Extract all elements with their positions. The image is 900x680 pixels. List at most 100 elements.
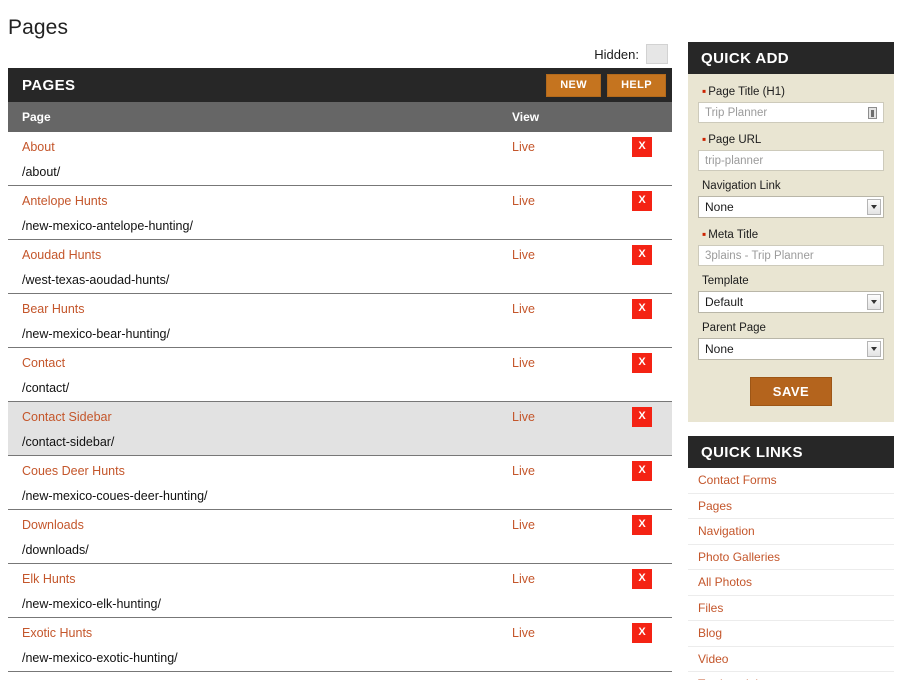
field-navigation-link: Navigation Link None — [698, 180, 884, 218]
column-header-view: View — [512, 110, 540, 124]
quick-link-item[interactable]: Pages — [688, 494, 894, 519]
delete-row-button[interactable]: X — [632, 622, 652, 643]
table-row: Coues Deer Hunts Live X/new-mexico-coues-d… — [8, 456, 672, 510]
page-name-link[interactable]: Coues Deer Hunts — [22, 464, 125, 478]
quick-link-label[interactable]: Files — [698, 601, 723, 615]
view-live-link[interactable]: Live — [512, 572, 535, 586]
page-title-input[interactable]: Trip Planner — [698, 102, 884, 123]
new-button[interactable]: NEW — [546, 73, 602, 97]
quick-link-item[interactable]: Testimonials — [688, 672, 894, 680]
view-live-link[interactable]: Live — [512, 464, 535, 478]
quick-link-item[interactable]: Photo Galleries — [688, 545, 894, 570]
page-name-link[interactable]: Bear Hunts — [22, 302, 85, 316]
quick-link-item[interactable]: Blog — [688, 621, 894, 647]
help-button[interactable]: HELP — [607, 73, 666, 97]
page-name-link[interactable]: Aoudad Hunts — [22, 248, 101, 262]
view-live-link[interactable]: Live — [512, 302, 535, 316]
quick-link-label[interactable]: All Photos — [698, 575, 752, 589]
quick-link-item[interactable]: All Photos — [688, 570, 894, 596]
template-select[interactable]: Default — [698, 291, 884, 313]
view-live-link[interactable]: Live — [512, 140, 535, 154]
page-url-text: /new-mexico-elk-hunting/ — [22, 596, 161, 611]
save-row: SAVE — [698, 369, 884, 406]
delete-row-button[interactable]: X — [632, 406, 652, 427]
navigation-link-value: None — [705, 200, 734, 214]
quick-link-item[interactable]: Navigation — [688, 519, 894, 545]
hidden-checkbox[interactable] — [646, 44, 668, 64]
delete-row-button[interactable]: X — [632, 568, 652, 589]
quick-links-list: Contact Forms Pages Navigation Photo Galler… — [688, 468, 894, 680]
required-marker-icon: ▪ — [702, 132, 707, 146]
pages-table-header: Page View — [8, 102, 672, 132]
page-url-placeholder: trip-planner — [705, 154, 764, 167]
view-live-link[interactable]: Live — [512, 248, 535, 262]
table-row: Bear Hunts Live X/new-mexico-bear-hunting/ — [8, 294, 672, 348]
meta-title-placeholder: 3plains - Trip Planner — [705, 249, 814, 262]
table-row: Contact Sidebar Live X/contact-sidebar/ — [8, 402, 672, 456]
quick-link-item[interactable]: Files — [688, 596, 894, 621]
meta-title-input[interactable]: 3plains - Trip Planner — [698, 245, 884, 266]
page-title: Pages — [8, 16, 69, 40]
hidden-label: Hidden: — [594, 46, 639, 62]
table-row: Exotic Hunts Live X/new-mexico-exotic-hunt… — [8, 618, 672, 672]
delete-row-button[interactable]: X — [632, 460, 652, 481]
quick-link-item[interactable]: Contact Forms — [688, 468, 894, 494]
page-name-link[interactable]: Elk Hunts — [22, 572, 76, 586]
page-name-link[interactable]: Contact — [22, 356, 65, 370]
field-page-title-label: ▪ Page Title (H1) — [702, 84, 785, 98]
view-live-link[interactable]: Live — [512, 194, 535, 208]
quick-add-form: ▪ Page Title (H1) Trip Planner ▪ Page URL … — [688, 74, 894, 422]
page-name-link[interactable]: Downloads — [22, 518, 84, 532]
quick-link-label[interactable]: Contact Forms — [698, 473, 777, 487]
quick-link-label[interactable]: Photo Galleries — [698, 550, 780, 564]
page-url-text: /about/ — [22, 164, 61, 179]
page-name-link[interactable]: About — [22, 140, 55, 154]
delete-row-button[interactable]: X — [632, 352, 652, 373]
pages-table-body: About Live X/about/Antelope Hunts Live X/new… — [8, 132, 672, 672]
delete-row-button[interactable]: X — [632, 190, 652, 211]
page-url-input[interactable]: trip-planner — [698, 150, 884, 171]
table-row: Contact Live X/contact/ — [8, 348, 672, 402]
parent-page-select[interactable]: None — [698, 338, 884, 360]
field-parent-page: Parent Page None — [698, 322, 884, 360]
delete-row-button[interactable]: X — [632, 514, 652, 535]
delete-row-button[interactable]: X — [632, 298, 652, 319]
column-header-page: Page — [22, 110, 51, 124]
save-button[interactable]: SAVE — [749, 377, 833, 406]
table-row: Aoudad Hunts Live X/west-texas-aoudad-hunt… — [8, 240, 672, 294]
pages-panel-actions: NEW HELP — [546, 73, 666, 97]
page-url-text: /new-mexico-bear-hunting/ — [22, 326, 170, 341]
quick-link-label[interactable]: Video — [698, 652, 728, 666]
parent-page-value: None — [705, 342, 734, 356]
field-meta-title: ▪ Meta Title 3plains - Trip Planner — [698, 227, 884, 266]
quick-link-label[interactable]: Pages — [698, 499, 732, 513]
page-url-text: /contact-sidebar/ — [22, 434, 115, 449]
quick-add-header: QUICK ADD — [688, 42, 894, 74]
field-page-url-label: ▪ Page URL — [702, 132, 762, 146]
text-tool-icon[interactable] — [868, 106, 877, 119]
page-name-link[interactable]: Exotic Hunts — [22, 626, 92, 640]
pages-panel-title: PAGES — [22, 76, 76, 94]
quick-link-item[interactable]: Video — [688, 647, 894, 672]
page-name-link[interactable]: Antelope Hunts — [22, 194, 107, 208]
chevron-down-icon[interactable] — [867, 199, 881, 215]
quick-link-label[interactable]: Navigation — [698, 524, 755, 538]
delete-row-button[interactable]: X — [632, 244, 652, 265]
page-name-link[interactable]: Contact Sidebar — [22, 410, 112, 424]
required-marker-icon: ▪ — [702, 227, 707, 241]
view-live-link[interactable]: Live — [512, 518, 535, 532]
table-row: About Live X/about/ — [8, 132, 672, 186]
page-title-placeholder: Trip Planner — [705, 106, 768, 119]
view-live-link[interactable]: Live — [512, 356, 535, 370]
view-live-link[interactable]: Live — [512, 626, 535, 640]
view-live-link[interactable]: Live — [512, 410, 535, 424]
pages-column: Hidden: PAGES NEW HELP Page View About Li… — [8, 40, 672, 672]
delete-row-button[interactable]: X — [632, 136, 652, 157]
page-url-text: /downloads/ — [22, 542, 89, 557]
quick-link-label[interactable]: Blog — [698, 626, 722, 640]
chevron-down-icon[interactable] — [867, 341, 881, 357]
hidden-filter-row: Hidden: — [8, 40, 672, 68]
field-page-url: ▪ Page URL trip-planner — [698, 132, 884, 171]
chevron-down-icon[interactable] — [867, 294, 881, 310]
navigation-link-select[interactable]: None — [698, 196, 884, 218]
